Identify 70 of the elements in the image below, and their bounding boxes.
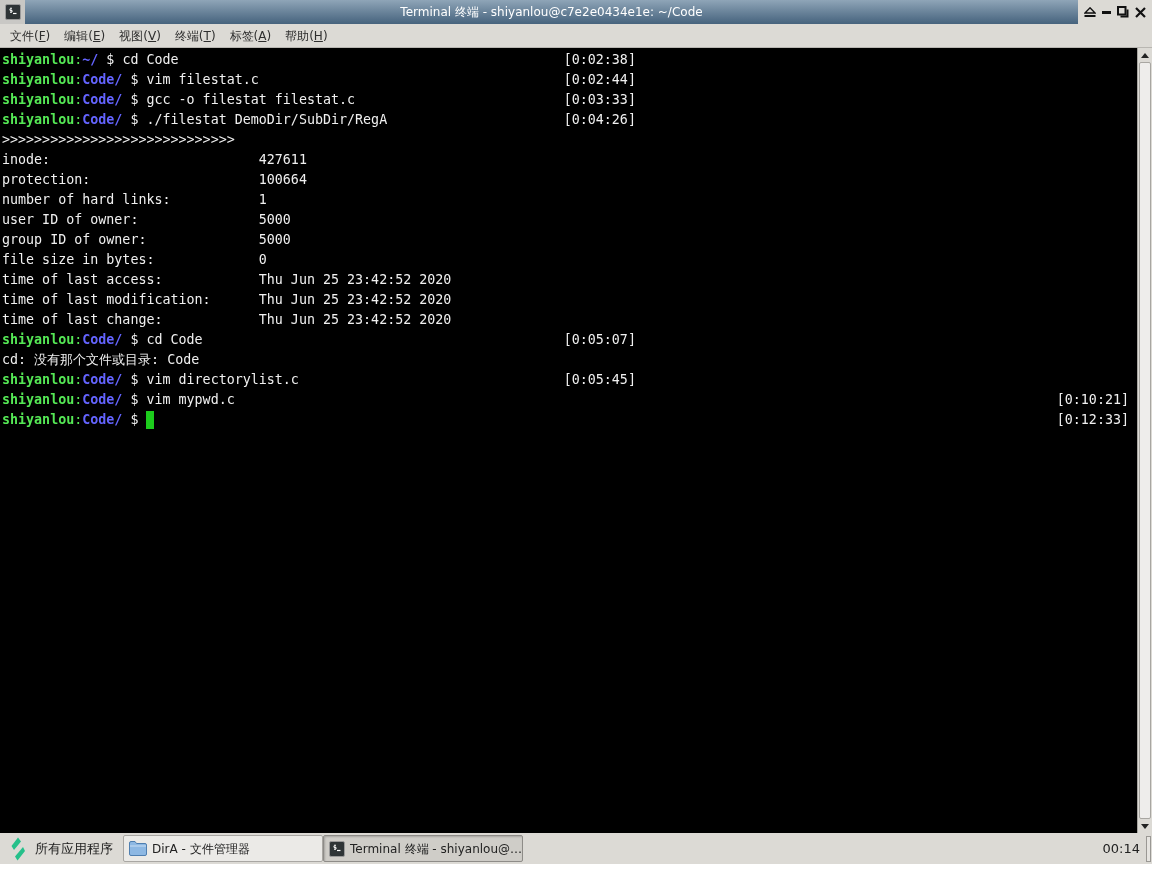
field-value: 5000 <box>258 211 291 229</box>
taskbar-button[interactable]: DirA - 文件管理器 <box>123 835 323 862</box>
field-label: time of last access: <box>2 271 163 289</box>
prompt-text: shiyanlou:Code/ $ <box>2 391 139 409</box>
field-value: 5000 <box>258 231 291 249</box>
minimize-icon <box>1102 10 1112 14</box>
field-value: 100664 <box>258 171 307 189</box>
output-text: >>>>>>>>>>>>>>>>>>>>>>>>>>>>> <box>2 131 235 149</box>
command-text: cd Code <box>122 51 179 69</box>
command-text: cd Code <box>146 331 203 349</box>
terminal-icon <box>4 4 21 20</box>
timestamp: [0:02:38] <box>563 51 636 69</box>
restore-icon <box>1117 6 1130 18</box>
window-title: Terminal 终端 - shiyanlou@c7e2e0434e1e: ~/Code <box>400 4 703 21</box>
timestamp: [0:10:21] <box>1056 391 1129 409</box>
restore-button[interactable] <box>1115 4 1132 20</box>
field-label: protection: <box>2 171 91 189</box>
terminal-icon <box>329 840 345 857</box>
folder-icon <box>129 841 147 856</box>
field-value: 427611 <box>258 151 307 169</box>
close-icon <box>1134 6 1146 18</box>
timestamp: [0:05:07] <box>563 331 636 349</box>
prompt-text: shiyanlou:Code/ $ <box>2 111 139 129</box>
command-text: ./filestat DemoDir/SubDir/RegA <box>146 111 388 129</box>
menu-item[interactable]: 文件(F) <box>3 24 58 47</box>
timestamp: [0:12:33] <box>1056 411 1129 429</box>
prompt-text: shiyanlou:Code/ $ <box>2 331 139 349</box>
field-label: number of hard links: <box>2 191 171 209</box>
field-value: Thu Jun 25 23:42:52 2020 <box>258 311 452 329</box>
scroll-up-icon[interactable] <box>1141 52 1149 58</box>
field-label: file size in bytes: <box>2 251 155 269</box>
command-text: gcc -o filestat filestat.c <box>146 91 356 109</box>
field-value: 1 <box>258 191 267 209</box>
field-label: time of last change: <box>2 311 163 329</box>
field-label: user ID of owner: <box>2 211 139 229</box>
clock: 00:14 <box>1102 839 1140 858</box>
timestamp: [0:04:26] <box>563 111 636 129</box>
prompt-text: shiyanlou:~/ $ <box>2 51 115 69</box>
scrollbar-thumb[interactable] <box>1139 62 1151 819</box>
menu-item[interactable]: 帮助(H) <box>278 24 335 47</box>
field-label: group ID of owner: <box>2 231 147 249</box>
field-value: Thu Jun 25 23:42:52 2020 <box>258 291 452 309</box>
field-value: Thu Jun 25 23:42:52 2020 <box>258 271 452 289</box>
shade-icon <box>1083 7 1096 17</box>
timestamp: [0:03:33] <box>563 91 636 109</box>
menu-item[interactable]: 编辑(E) <box>57 24 113 47</box>
prompt-text: shiyanlou:Code/ $ <box>2 91 139 109</box>
command-text: vim directorylist.c <box>146 371 299 389</box>
menu-item[interactable]: 视图(V) <box>112 24 168 47</box>
taskbar-button[interactable]: Terminal 终端 - shiyanlou@… <box>323 835 523 862</box>
timestamp: [0:02:44] <box>563 71 636 89</box>
field-label: time of last modification: <box>2 291 211 309</box>
scrollbar[interactable] <box>1137 48 1152 833</box>
timestamp: [0:05:45] <box>563 371 636 389</box>
command-text: vim filestat.c <box>146 71 259 89</box>
app-menu-button[interactable]: 所有应用程序 <box>9 835 121 862</box>
output-text: cd: 没有那个文件或目录: Code <box>2 351 200 369</box>
prompt-text: shiyanlou:Code/ $ <box>2 371 139 389</box>
prompt-text: shiyanlou:Code/ $ <box>2 411 139 429</box>
prompt-text: shiyanlou:Code/ $ <box>2 71 139 89</box>
field-label: inode: <box>2 151 51 169</box>
menu-item[interactable]: 终端(T) <box>167 24 223 47</box>
shade-button[interactable] <box>1082 4 1098 20</box>
close-button[interactable] <box>1132 4 1148 20</box>
app-logo-icon <box>9 836 25 861</box>
field-value: 0 <box>258 251 267 269</box>
menu-item[interactable]: 标签(A) <box>222 24 279 47</box>
scroll-down-icon[interactable] <box>1141 823 1149 829</box>
command-text: vim mypwd.c <box>146 391 235 409</box>
handle-icon[interactable] <box>1146 835 1151 862</box>
